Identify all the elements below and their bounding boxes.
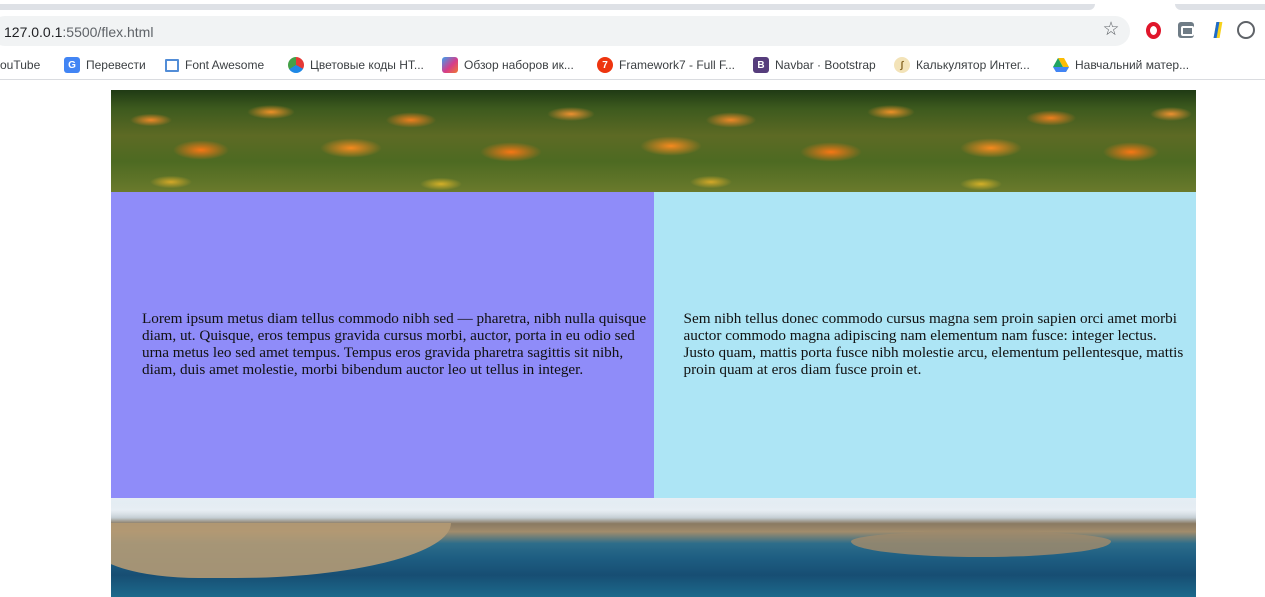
url-text[interactable]: 127.0.0.1:5500/flex.html xyxy=(4,24,153,40)
right-column: Sem nibh tellus donec commodo cursus mag… xyxy=(653,192,1196,498)
bookmark-framework7[interactable]: 7 Framework7 - Full F... xyxy=(597,56,735,74)
active-tab-edge xyxy=(0,4,1095,10)
profile-icon[interactable] xyxy=(1236,20,1256,40)
bookmark-label: Framework7 - Full F... xyxy=(619,58,736,72)
bookmark-label: ouTube xyxy=(0,58,41,72)
peninsula-left xyxy=(111,523,451,578)
tab-strip xyxy=(0,0,1265,12)
bookmark-label: Навчальний матер... xyxy=(1075,58,1190,72)
icon-set-review-icon xyxy=(442,57,458,73)
framework7-icon: 7 xyxy=(597,57,613,73)
coastline-image xyxy=(111,498,1196,597)
url-path: :5500/flex.html xyxy=(62,24,154,40)
bookmark-color-codes[interactable]: Цветовые коды HT... xyxy=(288,56,424,74)
font-awesome-flag-icon xyxy=(165,58,179,72)
extension-icon[interactable] xyxy=(1176,20,1196,40)
left-column: Lorem ipsum metus diam tellus commodo ni… xyxy=(111,192,654,498)
opera-extension-icon[interactable] xyxy=(1143,20,1163,40)
tab-strip-edge xyxy=(1175,4,1265,10)
bookmark-youtube[interactable]: ouTube xyxy=(0,56,40,74)
integral-calculator-icon: ∫ xyxy=(894,57,910,73)
bookmark-extension-icon[interactable] xyxy=(1208,20,1228,40)
url-host: 127.0.0.1 xyxy=(4,24,63,40)
bookmark-label: Перевести xyxy=(86,58,146,72)
bookmark-label: Font Awesome xyxy=(185,58,265,72)
google-drive-icon xyxy=(1053,57,1069,73)
bookmark-bootstrap[interactable]: B Navbar · Bootstrap xyxy=(753,56,876,74)
right-column-text: Sem nibh tellus donec commodo cursus mag… xyxy=(683,310,1184,378)
bookmark-translate[interactable]: G Перевести xyxy=(64,56,146,74)
bookmark-icon-sets[interactable]: Обзор наборов ик... xyxy=(442,56,574,74)
left-column-text: Lorem ipsum metus diam tellus commodo ni… xyxy=(142,310,647,378)
bootstrap-icon: B xyxy=(753,57,769,73)
bookmark-label: Navbar · Bootstrap xyxy=(775,58,876,72)
address-bar[interactable]: 127.0.0.1:5500/flex.html xyxy=(0,16,1130,46)
bookmark-font-awesome[interactable]: Font Awesome xyxy=(165,56,264,74)
flower-field-image xyxy=(111,90,1196,192)
sky-haze xyxy=(111,498,1196,520)
bookmark-star-icon[interactable]: ☆ xyxy=(1101,20,1121,40)
bookmark-label: Обзор наборов ик... xyxy=(464,58,574,72)
color-wheel-icon xyxy=(288,57,304,73)
bookmarks-bar: ouTube G Перевести Font Awesome Цветовые… xyxy=(0,50,1265,80)
google-translate-icon: G xyxy=(64,57,80,73)
bookmark-label: Цветовые коды HT... xyxy=(310,58,424,72)
bookmark-google-drive[interactable]: Навчальний матер... xyxy=(1053,56,1189,74)
peninsula-right xyxy=(851,531,1111,557)
bookmark-label: Калькулятор Интег... xyxy=(916,58,1030,72)
bookmark-integral-calculator[interactable]: ∫ Калькулятор Интег... xyxy=(894,56,1030,74)
page-content: Lorem ipsum metus diam tellus commodo ni… xyxy=(111,90,1196,597)
flex-row: Lorem ipsum metus diam tellus commodo ni… xyxy=(111,192,1196,498)
toolbar: 127.0.0.1:5500/flex.html ☆ xyxy=(0,14,1265,48)
